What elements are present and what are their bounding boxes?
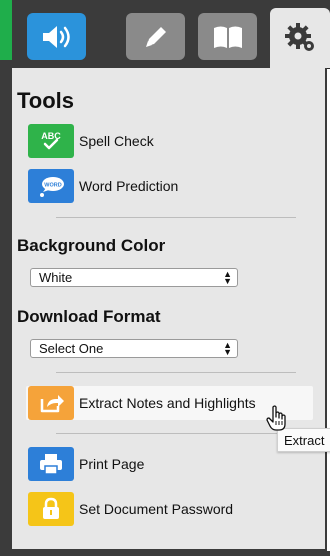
tab-annotate[interactable]: [126, 13, 185, 60]
gear-icon: [285, 23, 314, 51]
spell-check-item[interactable]: ABC Spell Check: [28, 124, 154, 158]
tab-reader[interactable]: [198, 13, 257, 60]
download-format-select[interactable]: Select One ▲ ▼: [30, 339, 238, 358]
export-icon: [28, 386, 74, 420]
tools-heading: Tools: [17, 88, 75, 113]
download-format-value: Select One: [39, 341, 104, 356]
svg-text:ABC: ABC: [41, 131, 61, 141]
book-icon: [213, 26, 242, 48]
print-page-item[interactable]: Print Page: [28, 447, 144, 481]
background-color-value: White: [39, 270, 73, 285]
word-prediction-label: Word Prediction: [79, 178, 179, 194]
lock-icon: [28, 492, 74, 526]
left-frame-edge: [0, 68, 12, 556]
spell-check-label: Spell Check: [79, 133, 154, 149]
bottom-frame-edge: [0, 551, 330, 556]
pencil-icon: [145, 26, 166, 47]
set-password-label: Set Document Password: [79, 501, 234, 517]
abc-check-icon: ABC: [28, 124, 74, 158]
svg-text:WORD: WORD: [44, 183, 61, 189]
print-page-label: Print Page: [79, 456, 145, 472]
hand-cursor-icon: [266, 404, 288, 437]
set-password-item[interactable]: Set Document Password: [28, 492, 233, 526]
download-format-heading: Download Format: [17, 307, 161, 326]
divider: [56, 433, 296, 434]
speaker-icon: [42, 25, 70, 48]
extract-notes-label: Extract Notes and Highlights: [79, 395, 256, 411]
green-edge-accent: [0, 0, 12, 60]
top-toolbar: [0, 0, 330, 69]
divider: [56, 217, 296, 218]
select-arrows-icon: ▲ ▼: [223, 340, 232, 357]
settings-window: Tools ABC Spell Check WORD Word Predicti…: [0, 0, 330, 556]
divider: [56, 372, 296, 373]
select-arrows-icon: ▲ ▼: [223, 269, 232, 286]
word-bubble-icon: WORD: [28, 169, 74, 203]
printer-icon: [28, 447, 74, 481]
background-color-heading: Background Color: [17, 236, 166, 255]
extract-notes-item[interactable]: Extract Notes and Highlights: [28, 386, 256, 420]
tab-audio[interactable]: [27, 13, 86, 60]
word-prediction-item[interactable]: WORD Word Prediction: [28, 169, 178, 203]
background-color-select[interactable]: White ▲ ▼: [30, 268, 238, 287]
tab-settings[interactable]: [270, 8, 330, 68]
